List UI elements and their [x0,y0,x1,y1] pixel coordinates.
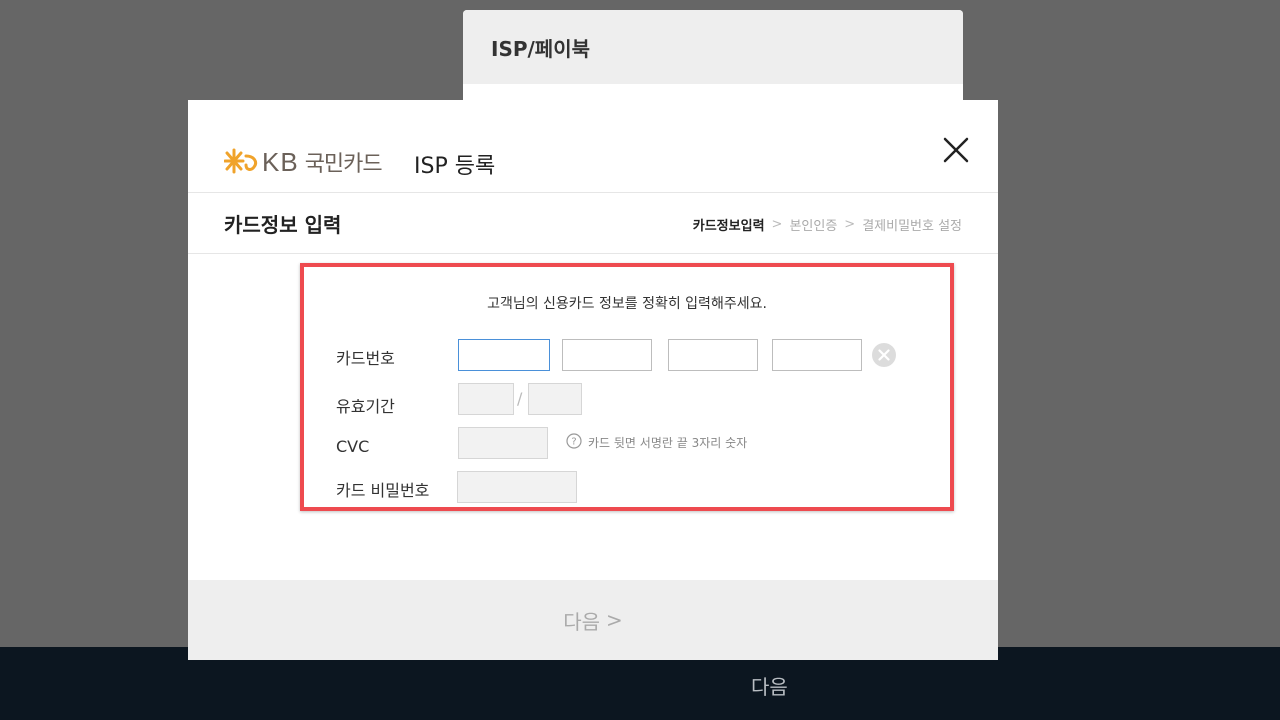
next-button-label: 다음 [563,609,601,634]
card-number-field-4[interactable] [772,339,862,371]
card-number-field-1[interactable] [458,339,550,371]
card-info-form: 고객님의 신용카드 정보를 정확히 입력해주세요. 카드번호 유효기간 / CV… [300,263,954,511]
card-number-label: 카드번호 [336,349,395,368]
svg-text:?: ? [571,437,576,448]
step-title: 카드정보 입력 [224,213,342,237]
card-number-field-3[interactable] [668,339,758,371]
question-icon[interactable]: ? [566,433,582,449]
modal-title: ISP 등록 [414,154,496,179]
expiry-label: 유효기간 [336,397,395,416]
logo-brand-name: 국민카드 [304,152,383,177]
isp-registration-modal: KB 국민카드 ISP 등록 카드정보 입력 카드정보입력 > 본인인증 > 결… [188,100,998,660]
card-password-field[interactable] [457,471,577,503]
card-password-label: 카드 비밀번호 [336,481,430,500]
cvc-field[interactable] [458,427,548,459]
background-panel-title: ISP/페이북 [463,10,963,84]
bottom-next-button[interactable]: 다음 [751,671,788,700]
close-icon[interactable] [942,136,970,164]
next-button[interactable]: 다음 > [188,580,998,660]
breadcrumb-separator: > [771,217,783,232]
kb-card-logo: KB 국민카드 [224,146,383,178]
clear-card-number-icon[interactable] [872,343,896,367]
breadcrumb-separator: > [844,217,856,232]
step-row: 카드정보 입력 카드정보입력 > 본인인증 > 결제비밀번호 설정 [188,193,998,254]
cvc-help-text: 카드 뒷면 서명란 끝 3자리 숫자 [588,436,748,450]
expiry-separator: / [517,389,523,408]
breadcrumb-step-password: 결제비밀번호 설정 [862,219,962,234]
background-isp-panel: ISP/페이북 [463,10,963,105]
cvc-label: CVC [336,437,370,456]
card-number-field-2[interactable] [562,339,652,371]
form-intro-text: 고객님의 신용카드 정보를 정확히 입력해주세요. [487,296,767,312]
chevron-right-icon: > [606,608,623,632]
expiry-year-field[interactable] [528,383,582,415]
logo-kb-text: KB [262,146,299,177]
breadcrumb: 카드정보입력 > 본인인증 > 결제비밀번호 설정 [693,215,962,234]
kb-star-icon [224,148,258,174]
breadcrumb-step-verification: 본인인증 [789,219,838,234]
breadcrumb-step-card-info: 카드정보입력 [692,219,765,234]
modal-header: KB 국민카드 ISP 등록 [188,100,998,193]
expiry-month-field[interactable] [458,383,514,415]
